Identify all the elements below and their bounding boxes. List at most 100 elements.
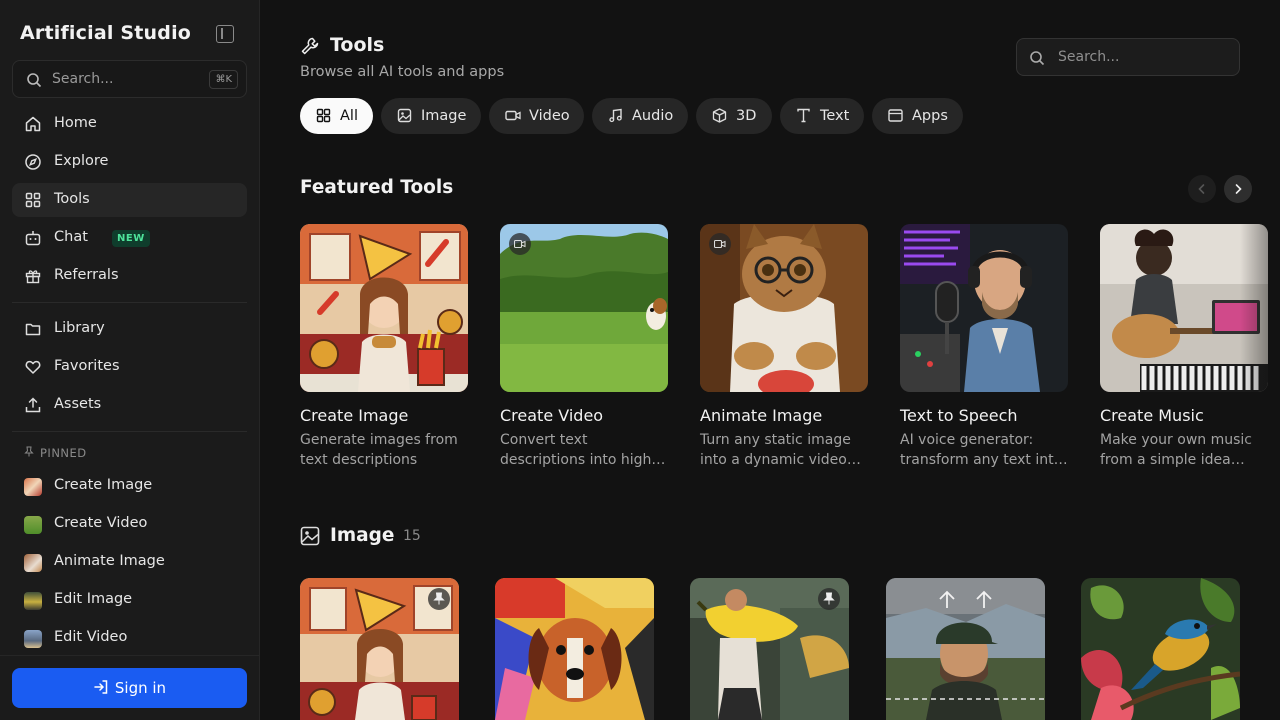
sidebar-collapse-icon[interactable]	[216, 25, 234, 43]
chevron-right-icon	[1235, 184, 1242, 194]
window-icon	[888, 109, 903, 122]
carousel-next-button[interactable]	[1224, 175, 1252, 203]
tool-card-title: Create Video	[500, 406, 604, 425]
pinned-item-edit-image[interactable]: Edit Image	[12, 583, 247, 617]
pinned-item-edit-video[interactable]: Edit Video	[12, 621, 247, 655]
bot-icon	[25, 231, 41, 246]
sidebar-item-favorites[interactable]: Favorites	[12, 350, 247, 384]
pinned-item-label: Create Video	[54, 515, 148, 531]
video-icon	[505, 110, 521, 121]
page-subtitle: Browse all AI tools and apps	[300, 64, 505, 80]
pinned-item-label: Edit Video	[54, 629, 128, 645]
new-badge: NEW	[112, 230, 150, 247]
tool-card-description: Turn any static image into a dynamic vid…	[700, 432, 861, 468]
pinned-thumbnail	[24, 554, 42, 572]
login-icon	[94, 680, 108, 694]
pinned-item-animate-image[interactable]: Animate Image	[12, 545, 247, 579]
tool-card-image	[300, 224, 468, 392]
sidebar-item-label: Assets	[54, 396, 102, 412]
tool-card-title: Text to Speech	[900, 406, 1018, 425]
heart-icon	[25, 360, 41, 374]
sidebar-divider	[12, 302, 247, 303]
folder-icon	[25, 323, 41, 336]
pinned-thumbnail	[24, 478, 42, 496]
pinned-item-label: Create Image	[54, 477, 153, 493]
tool-card-title: Animate Image	[700, 406, 823, 425]
grid-icon	[316, 108, 331, 123]
image-section-icon	[300, 526, 320, 546]
sidebar-item-label: Referrals	[54, 267, 119, 283]
sidebar-item-label: Tools	[54, 191, 90, 207]
sidebar-item-label: Home	[54, 115, 97, 131]
pinned-thumbnail	[24, 592, 42, 610]
carousel-fade	[1240, 224, 1280, 484]
tool-card-title: Create Image	[300, 406, 409, 425]
pinned-item-create-image[interactable]: Create Image	[12, 469, 247, 503]
sidebar-item-assets[interactable]: Assets	[12, 388, 247, 422]
filter-all[interactable]: All	[300, 98, 373, 134]
carousel-prev-button[interactable]	[1188, 175, 1216, 203]
pinned-item-label: Animate Image	[54, 553, 165, 569]
cube-icon	[712, 108, 727, 123]
tool-card-image	[500, 224, 668, 392]
tool-card-description: Generate images from text descriptions	[300, 432, 458, 468]
image-tool-card[interactable]	[690, 578, 849, 720]
tool-card-create-video[interactable]: Create Video Convert text descriptions i…	[500, 224, 668, 468]
filter-3d[interactable]: 3D	[696, 98, 772, 134]
pinned-heading: PINNED	[24, 446, 87, 460]
type-icon	[797, 108, 810, 123]
sidebar: Artificial Studio Search... ⌘K Home Expl…	[0, 0, 260, 720]
image-section-count: 15	[403, 528, 421, 544]
pinned-item-create-video[interactable]: Create Video	[12, 507, 247, 541]
app-title: Artificial Studio	[20, 22, 192, 44]
sign-in-button[interactable]: Sign in	[12, 668, 247, 708]
image-section-heading: Image	[330, 525, 395, 546]
sidebar-search-input[interactable]: Search... ⌘K	[12, 60, 247, 98]
sidebar-footer-divider	[0, 655, 260, 656]
sidebar-search-placeholder: Search...	[52, 71, 114, 87]
sidebar-item-explore[interactable]: Explore	[12, 145, 247, 179]
filter-apps[interactable]: Apps	[872, 98, 963, 134]
sidebar-item-label: Favorites	[54, 358, 120, 374]
sidebar-item-library[interactable]: Library	[12, 312, 247, 346]
image-tool-card[interactable]	[886, 578, 1045, 720]
featured-tools-heading: Featured Tools	[300, 177, 454, 198]
image-tool-card[interactable]	[495, 578, 654, 720]
shortcut-hint: ⌘K	[209, 70, 238, 89]
sidebar-item-label: Library	[54, 320, 105, 336]
search-icon	[1030, 51, 1045, 66]
filter-text[interactable]: Text	[780, 98, 864, 134]
image-tool-card[interactable]	[300, 578, 459, 720]
image-tool-card[interactable]	[1081, 578, 1240, 720]
upload-icon	[25, 397, 41, 413]
pinned-item-label: Edit Image	[54, 591, 133, 607]
video-badge-icon	[509, 233, 531, 255]
compass-icon	[25, 154, 41, 170]
pin-icon[interactable]	[428, 588, 450, 610]
pin-icon[interactable]	[818, 588, 840, 610]
tool-card-create-image[interactable]: Create Image Generate images from text d…	[300, 224, 468, 468]
search-icon	[27, 73, 42, 88]
tool-card-description: AI voice generator: transform any text i…	[900, 432, 1068, 468]
filter-image[interactable]: Image	[381, 98, 481, 134]
tools-search-input[interactable]: Search...	[1016, 38, 1240, 76]
filter-video[interactable]: Video	[489, 98, 584, 134]
sidebar-item-home[interactable]: Home	[12, 107, 247, 141]
sidebar-item-referrals[interactable]: Referrals	[12, 259, 247, 293]
tool-card-animate-image[interactable]: Animate Image Turn any static image into…	[700, 224, 868, 468]
filter-audio[interactable]: Audio	[592, 98, 688, 134]
sidebar-divider	[12, 431, 247, 432]
sidebar-item-label: Chat	[54, 229, 88, 245]
sidebar-item-tools[interactable]: Tools	[12, 183, 247, 217]
sidebar-item-chat[interactable]: Chat NEW	[12, 221, 247, 255]
home-icon	[25, 116, 41, 132]
video-badge-icon	[709, 233, 731, 255]
pin-icon	[24, 446, 34, 457]
chevron-left-icon	[1198, 184, 1205, 194]
tool-card-text-to-speech[interactable]: Text to Speech AI voice generator: trans…	[900, 224, 1068, 468]
sidebar-item-label: Explore	[54, 153, 109, 169]
pinned-thumbnail	[24, 516, 42, 534]
tool-card-title: Create Music	[1100, 406, 1204, 425]
pinned-thumbnail	[24, 630, 42, 648]
music-icon	[609, 108, 622, 123]
